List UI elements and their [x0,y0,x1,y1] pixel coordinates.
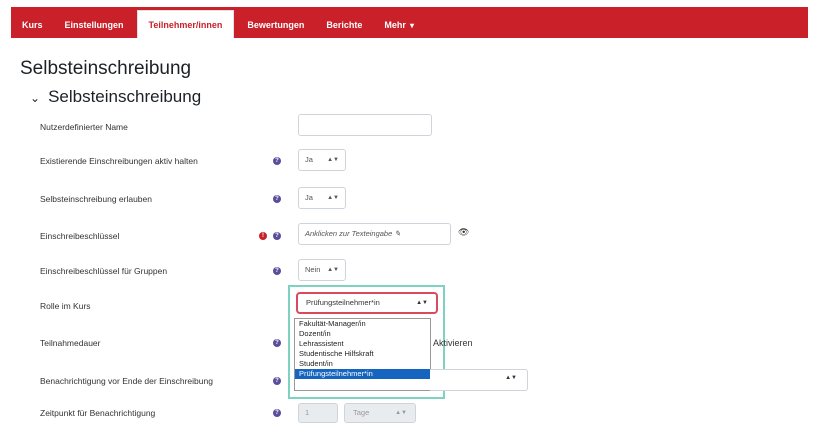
select-arrow-icon: ▲▼ [395,410,407,416]
group-key-select[interactable]: Nein ▲▼ [298,259,346,281]
role-option-selected[interactable]: Prüfungsteilnehmer*in [295,369,430,379]
notify-time-input[interactable]: 1 [298,403,338,423]
pencil-icon: ✎ [394,229,401,238]
help-icon[interactable]: ? [273,232,281,240]
custom-name-label: Nutzerdefinierter Name [40,122,128,132]
role-option[interactable]: Lehrassistent [295,339,430,349]
chevron-down-icon: ⌄ [30,91,41,105]
tab-teilnehmer[interactable]: Teilnehmer/innen [136,10,235,38]
keep-active-value: Ja [305,155,313,164]
tab-berichte[interactable]: Berichte [315,12,373,38]
notify-time-label: Zeitpunkt für Benachrichtigung [40,408,156,418]
section-header[interactable]: ⌄ Selbsteinschreibung [30,87,201,107]
role-option[interactable]: Dozent/in [295,329,430,339]
select-arrow-icon: ▲▼ [327,267,339,273]
notify-select[interactable]: ▲▼ [430,369,528,391]
role-dropdown: Fakultät-Manager/in Dozent/in Lehrassist… [294,318,431,391]
duration-enable-label[interactable]: Aktivieren [433,338,473,348]
help-icon[interactable]: ? [273,267,281,275]
role-select[interactable]: Prüfungsteilnehmer*in ▲▼ [296,292,438,314]
help-icon[interactable]: ? [273,339,281,347]
role-option[interactable]: Studentische Hilfskraft [295,349,430,359]
notify-label: Benachrichtigung vor Ende der Einschreib… [40,376,213,386]
key-label: Einschreibeschlüssel [40,231,120,241]
allow-select[interactable]: Ja ▲▼ [298,187,346,209]
role-option[interactable]: Student/in [295,359,430,369]
allow-value: Ja [305,193,313,202]
select-arrow-icon: ▲▼ [416,300,428,306]
help-icon[interactable]: ? [273,377,281,385]
chevron-down-icon: ▾ [409,21,414,30]
tab-mehr[interactable]: Mehr ▾ [373,12,425,38]
eye-icon[interactable]: 👁 [458,227,469,238]
enrol-key-input[interactable]: Anklicken zur Texteingabe ✎ [298,223,451,245]
select-arrow-icon: ▲▼ [505,375,517,381]
tab-mehr-label: Mehr [384,20,406,30]
course-nav-tabs: Kurs Einstellungen Teilnehmer/innen Bewe… [11,7,808,38]
enrol-key-placeholder: Anklicken zur Texteingabe [305,229,393,238]
role-label: Rolle im Kurs [40,301,91,311]
help-icon[interactable]: ? [273,195,281,203]
notify-time-unit-select[interactable]: Tage ▲▼ [344,403,416,423]
notify-time-unit-value: Tage [353,408,370,417]
group-key-value: Nein [305,265,321,274]
duration-label: Teilnahmedauer [40,338,101,348]
help-icon[interactable]: ? [273,409,281,417]
allow-label: Selbsteinschreibung erlauben [40,194,152,204]
select-arrow-icon: ▲▼ [327,195,339,201]
keep-active-label: Existierende Einschreibungen aktiv halte… [40,156,198,166]
select-arrow-icon: ▲▼ [327,157,339,163]
section-title: Selbsteinschreibung [48,87,202,106]
keep-active-select[interactable]: Ja ▲▼ [298,149,346,171]
required-icon: ! [259,232,267,240]
tab-kurs[interactable]: Kurs [11,12,54,38]
role-option[interactable]: Fakultät-Manager/in [295,319,430,329]
page-title: Selbsteinschreibung [20,58,192,79]
role-value: Prüfungsteilnehmer*in [306,298,380,307]
tab-einstellungen[interactable]: Einstellungen [54,12,135,38]
help-icon[interactable]: ? [273,157,281,165]
custom-name-input[interactable] [298,114,432,136]
group-key-label: Einschreibeschlüssel für Gruppen [40,266,168,276]
tab-bewertungen[interactable]: Bewertungen [236,12,315,38]
